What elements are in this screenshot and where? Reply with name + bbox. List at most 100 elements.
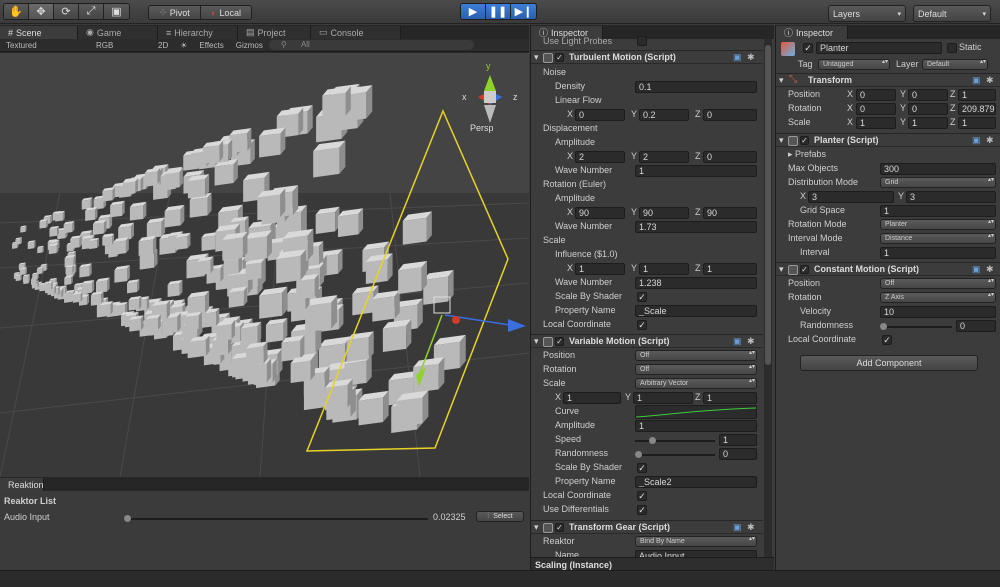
- object-name-field[interactable]: Planter: [816, 42, 942, 54]
- material-preview-bar[interactable]: Scaling (Instance): [531, 557, 774, 570]
- select-button[interactable]: ⁞ Select: [476, 511, 524, 522]
- tab-console[interactable]: ▭ Console: [311, 26, 401, 39]
- foldout-arrow-icon[interactable]: ▾: [779, 264, 784, 275]
- grid-y-field[interactable]: 3: [906, 191, 996, 203]
- density-field[interactable]: 0.1: [635, 81, 757, 93]
- help-icon[interactable]: ▣: [733, 336, 742, 347]
- gear-icon[interactable]: ✱: [986, 75, 994, 86]
- move-tool-icon[interactable]: ✥: [29, 4, 54, 19]
- grid-x-field[interactable]: 3: [808, 191, 894, 203]
- effects-dropdown[interactable]: Effects: [193, 41, 229, 50]
- foldout-arrow-icon[interactable]: ▾: [534, 52, 539, 63]
- speed-knob[interactable]: [649, 437, 656, 444]
- tr-pos-x-field[interactable]: 0: [856, 89, 896, 101]
- tr-rot-z-field[interactable]: 209.879: [958, 103, 996, 115]
- tr-pos-z-field[interactable]: 1: [958, 89, 996, 101]
- help-icon[interactable]: ▣: [733, 522, 742, 533]
- hand-tool-icon[interactable]: ✋: [4, 4, 29, 19]
- x-axis-handle[interactable]: [452, 316, 460, 324]
- var-scale-z-field[interactable]: 1: [703, 392, 757, 404]
- scale-wave-field[interactable]: 1.238: [635, 277, 757, 289]
- variable-motion-header[interactable]: ▾ ✓ Variable Motion (Script) ▣ ✱: [531, 334, 763, 348]
- tab-hierarchy[interactable]: ≡ Hierarchy: [158, 26, 238, 39]
- var-randomness-slider[interactable]: [635, 448, 715, 462]
- gear-icon[interactable]: ✱: [986, 264, 994, 275]
- pivot-button[interactable]: ⊹ Pivot: [149, 6, 201, 19]
- foldout-arrow-icon[interactable]: ▾: [534, 522, 539, 533]
- var-local-coordinate-checkbox[interactable]: ✓: [637, 491, 647, 501]
- var-randomness-knob[interactable]: [635, 451, 642, 458]
- gear-enabled-checkbox[interactable]: ✓: [555, 523, 564, 532]
- tab-scene[interactable]: # Scene: [0, 26, 78, 39]
- rotation-mode-dropdown[interactable]: Planter: [880, 219, 996, 230]
- gizmos-dropdown[interactable]: Gizmos: [230, 41, 269, 50]
- play-icon[interactable]: ▶: [461, 4, 486, 19]
- rot-wave-field[interactable]: 1.73: [635, 221, 757, 233]
- cm-rotation-dropdown[interactable]: Z Axis: [880, 292, 996, 303]
- gear-icon[interactable]: ✱: [747, 522, 755, 533]
- cm-local-coordinate-checkbox[interactable]: ✓: [882, 335, 892, 345]
- transform-header[interactable]: ▾ ⤡ Transform ▣ ✱: [776, 73, 1000, 87]
- lf-y-field[interactable]: 0.2: [639, 109, 689, 121]
- active-checkbox[interactable]: ✓: [803, 43, 813, 53]
- help-icon[interactable]: ▣: [972, 264, 981, 275]
- lf-z-field[interactable]: 0: [703, 109, 757, 121]
- interval-mode-dropdown[interactable]: Distance: [880, 233, 996, 244]
- planter-header[interactable]: ▾ ✓ Planter (Script) ▣ ✱: [776, 133, 1000, 147]
- turbulent-enabled-checkbox[interactable]: ✓: [555, 53, 564, 62]
- help-icon[interactable]: ▣: [972, 135, 981, 146]
- disp-amp-z-field[interactable]: 0: [703, 151, 757, 163]
- inspector-left-scrollbar[interactable]: [764, 39, 772, 569]
- foldout-arrow-icon[interactable]: ▾: [779, 135, 784, 146]
- rotate-tool-icon[interactable]: ⟳: [54, 4, 79, 19]
- tr-rot-y-field[interactable]: 0: [908, 103, 948, 115]
- var-scale-x-field[interactable]: 1: [563, 392, 621, 404]
- prefabs-foldout[interactable]: ▸ Prefabs: [788, 149, 826, 160]
- tr-pos-y-field[interactable]: 0: [908, 89, 948, 101]
- gear-icon[interactable]: ✱: [747, 52, 755, 63]
- distribution-mode-dropdown[interactable]: Grid: [880, 177, 996, 188]
- foldout-arrow-icon[interactable]: ▾: [534, 336, 539, 347]
- step-icon[interactable]: ▶❙: [511, 4, 536, 19]
- layers-dropdown[interactable]: Layers ▾: [828, 5, 906, 22]
- constant-enabled-checkbox[interactable]: ✓: [800, 265, 809, 274]
- property-name-field[interactable]: _Scale: [635, 305, 757, 317]
- static-checkbox[interactable]: [947, 43, 957, 53]
- turbulent-motion-header[interactable]: ▾ ✓ Turbulent Motion (Script) ▣ ✱: [531, 50, 763, 64]
- local-coordinate-checkbox[interactable]: ✓: [637, 320, 647, 330]
- var-position-dropdown[interactable]: Off: [635, 350, 757, 361]
- interval-field[interactable]: 1: [880, 247, 996, 259]
- scale-tool-icon[interactable]: ⤢: [79, 4, 104, 19]
- max-objects-field[interactable]: 300: [880, 163, 996, 175]
- scale-by-shader-checkbox[interactable]: ✓: [637, 292, 647, 302]
- rot-amp-y-field[interactable]: 90: [639, 207, 689, 219]
- velocity-field[interactable]: 10: [880, 306, 996, 318]
- tr-scale-y-field[interactable]: 1: [908, 117, 948, 129]
- layout-dropdown[interactable]: Default ▾: [913, 5, 991, 22]
- layer-dropdown[interactable]: Default: [922, 59, 988, 70]
- grid-space-field[interactable]: 1: [880, 205, 996, 217]
- pause-icon[interactable]: ❚❚: [486, 4, 511, 19]
- var-scale-y-field[interactable]: 1: [633, 392, 693, 404]
- var-scale-by-shader-checkbox[interactable]: ✓: [637, 463, 647, 473]
- foldout-arrow-icon[interactable]: ▾: [779, 75, 784, 86]
- var-randomness-field[interactable]: 0: [719, 448, 757, 460]
- scale-inf-y-field[interactable]: 1: [639, 263, 689, 275]
- rect-tool-icon[interactable]: ▣: [104, 4, 129, 19]
- shading-dropdown[interactable]: Textured: [0, 41, 90, 50]
- disp-wave-field[interactable]: 1: [635, 165, 757, 177]
- tr-rot-x-field[interactable]: 0: [856, 103, 896, 115]
- scene-viewport[interactable]: y x z Persp: [0, 53, 529, 477]
- cm-randomness-field[interactable]: 0: [956, 320, 996, 332]
- lf-x-field[interactable]: 0: [575, 109, 625, 121]
- variable-enabled-checkbox[interactable]: ✓: [555, 337, 564, 346]
- scale-inf-z-field[interactable]: 1: [703, 263, 757, 275]
- constant-motion-header[interactable]: ▾ ✓ Constant Motion (Script) ▣ ✱: [776, 262, 1000, 276]
- var-scale-dropdown[interactable]: Arbitrary Vector: [635, 378, 757, 389]
- help-icon[interactable]: ▣: [972, 75, 981, 86]
- cm-position-dropdown[interactable]: Off: [880, 278, 996, 289]
- scene-search-input[interactable]: ⚲ All: [268, 40, 474, 50]
- local-button[interactable]: ◐ Local: [201, 6, 251, 19]
- tab-reaktion[interactable]: Reaktion: [0, 478, 44, 491]
- gear-icon[interactable]: ✱: [986, 135, 994, 146]
